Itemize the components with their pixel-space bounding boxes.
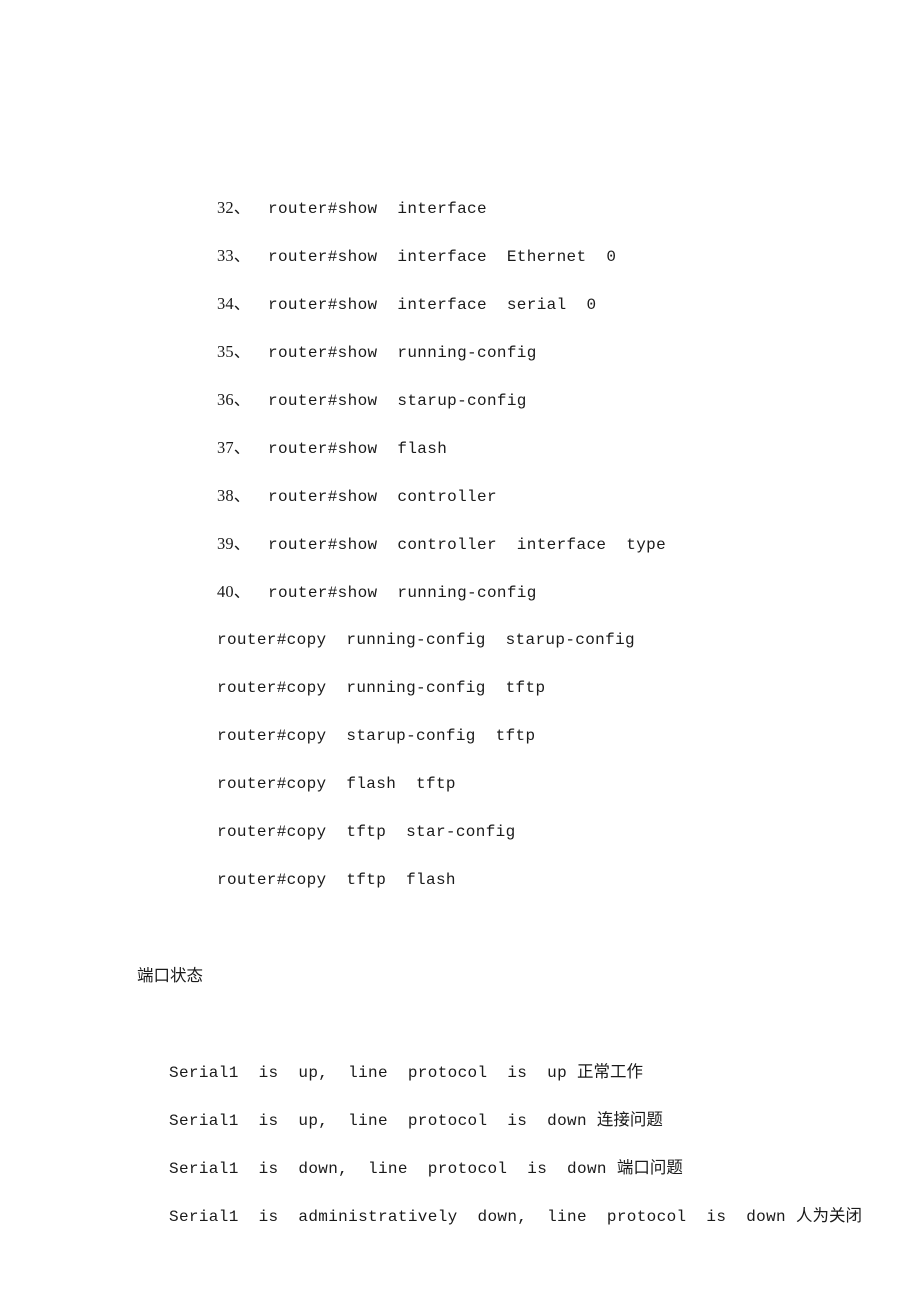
port-status-note: 人为关闭 [795,1206,862,1225]
list-number: 34、 [217,294,251,313]
list-number: 39、 [217,534,251,553]
list-number: 37、 [217,438,251,457]
command-text: router#show flash [268,440,448,458]
port-status-heading: 端口状态 [137,966,203,985]
list-number: 33、 [217,246,251,265]
command-text: router#show interface serial 0 [268,296,597,314]
command-text: router#show running-config [268,344,537,362]
command-text: router#show interface [268,200,487,218]
command-text: router#copy tftp star-config [217,823,516,841]
command-list: 32、 router#show interface 33、 router#show … [137,136,860,602]
port-status-line: Serial1 is up, line protocol is up 正常工作 [137,1000,860,1082]
list-number: 40、 [217,582,251,601]
port-status-text: Serial1 is administratively down, line p… [169,1208,796,1226]
port-status-note: 端口问题 [616,1158,683,1177]
command-text: router#copy running-config starup-config [217,631,635,649]
command-list-item: 32、 router#show interface [137,136,860,218]
command-text: router#show running-config [268,584,537,602]
command-text: router#copy flash tftp [217,775,456,793]
port-status-text: Serial1 is down, line protocol is down [169,1160,617,1178]
command-text: router#copy running-config tftp [217,679,546,697]
command-text: router#show controller interface type [268,536,667,554]
port-status-note: 连接问题 [596,1110,663,1129]
command-text: router#show starup-config [268,392,527,410]
command-text: router#show interface Ethernet 0 [268,248,617,266]
command-text: router#copy tftp flash [217,871,456,889]
document-page: 32、 router#show interface 33、 router#show … [0,0,920,1302]
list-number: 32、 [217,198,251,217]
port-status-text: Serial1 is up, line protocol is down [169,1112,597,1130]
port-status-text: Serial1 is up, line protocol is up [169,1064,578,1082]
document-body: 32、 router#show interface 33、 router#show … [0,136,920,1226]
port-status-section: 端口状态 Serial1 is up, line protocol is up … [137,952,862,1226]
command-text: router#show controller [268,488,497,506]
list-number: 38、 [217,486,251,505]
list-number: 36、 [217,390,251,409]
port-status-note: 正常工作 [577,1062,644,1081]
list-number: 35、 [217,342,251,361]
command-text: router#copy starup-config tftp [217,727,536,745]
